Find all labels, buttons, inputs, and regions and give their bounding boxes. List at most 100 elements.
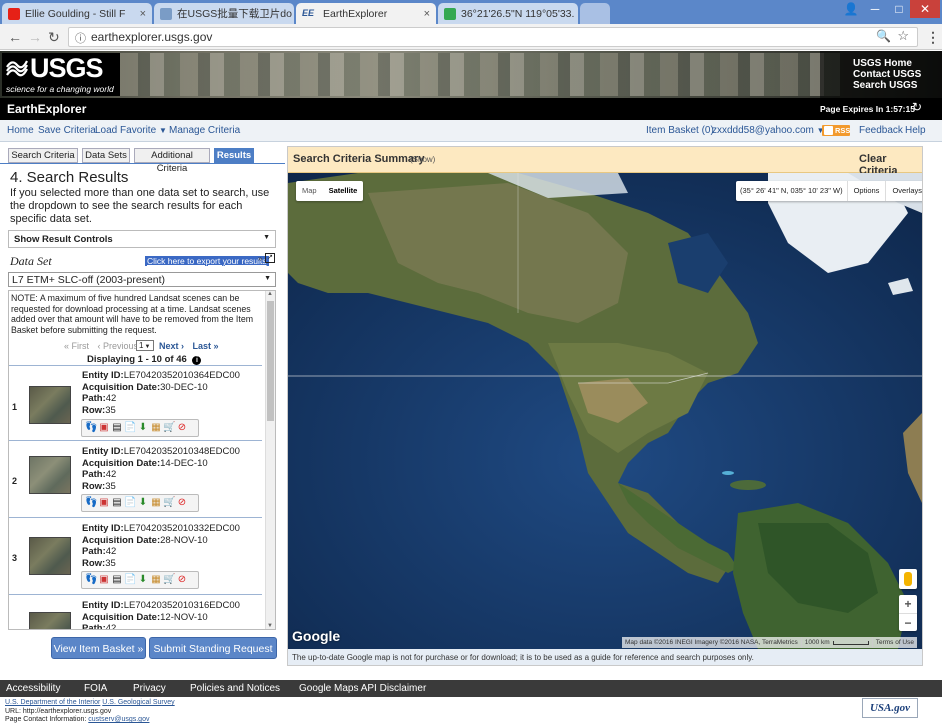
forward-icon[interactable]: → [28, 29, 42, 45]
bulk-download-icon[interactable]: ▦ [150, 422, 162, 434]
overlay-icon[interactable]: ▣ [98, 497, 110, 509]
cart-icon[interactable]: 🛒 [163, 422, 175, 434]
bookmark-star-icon[interactable]: ☆ [897, 28, 909, 44]
exclude-icon[interactable]: ⊘ [176, 497, 188, 509]
menu-load-favorite[interactable]: Load Favorite ▼ [95, 125, 167, 136]
tab-additional-criteria[interactable]: Additional Criteria [134, 148, 210, 174]
new-tab-button[interactable] [580, 3, 610, 24]
search-usgs-link[interactable]: Search USGS [853, 80, 921, 91]
usgs-link[interactable]: U.S. Geological Survey [102, 699, 174, 706]
results-scroll-area[interactable]: NOTE: A maximum of five hundred Landsat … [8, 290, 276, 630]
map-view-button[interactable]: Map [296, 181, 323, 201]
scene-thumbnail[interactable] [29, 386, 71, 424]
footer-foia-link[interactable]: FOIA [84, 683, 107, 694]
usgs-home-link[interactable]: USGS Home [853, 58, 921, 69]
menu-item-basket[interactable]: Item Basket (0) [646, 125, 714, 136]
footprint-icon[interactable]: 👣 [85, 422, 97, 434]
scene-thumbnail[interactable] [29, 612, 71, 629]
results-scrollbar[interactable]: ▲ ▼ [265, 291, 275, 629]
exclude-icon[interactable]: ⊘ [176, 574, 188, 586]
menu-manage-criteria[interactable]: Manage Criteria [169, 125, 240, 136]
download-icon[interactable]: ⬇ [137, 574, 149, 586]
footprint-icon[interactable]: 👣 [85, 497, 97, 509]
metadata-icon[interactable]: 📄 [124, 574, 136, 586]
contact-email-link[interactable]: custserv@usgs.gov [88, 716, 149, 723]
pager-last[interactable]: Last » [193, 341, 219, 351]
download-icon[interactable]: ⬇ [137, 422, 149, 434]
close-icon[interactable]: × [574, 8, 578, 20]
menu-help[interactable]: Help [905, 125, 926, 136]
menu-user[interactable]: zxxddd58@yahoo.com ▼ [712, 125, 825, 136]
tab-search-criteria[interactable]: Search Criteria [8, 148, 78, 163]
dataset-select[interactable]: L7 ETM+ SLC-off (2003-present) ▼ [8, 272, 276, 287]
back-icon[interactable]: ← [8, 29, 22, 45]
submit-standing-request-button[interactable]: Submit Standing Request » [149, 637, 277, 677]
bulk-download-icon[interactable]: ▦ [150, 574, 162, 586]
metadata-icon[interactable]: 📄 [124, 422, 136, 434]
pager-previous[interactable]: ‹ Previous [98, 341, 139, 351]
compare-icon[interactable]: ▤ [111, 497, 123, 509]
reload-icon[interactable]: ↻ [48, 29, 60, 45]
footer-privacy-link[interactable]: Privacy [133, 683, 166, 694]
menu-feedback[interactable]: Feedback [859, 125, 903, 136]
footer-accessibility-link[interactable]: Accessibility [6, 683, 60, 694]
view-item-basket-button[interactable]: View Item Basket » [51, 637, 146, 659]
tab-data-sets[interactable]: Data Sets [82, 148, 130, 163]
cart-icon[interactable]: 🛒 [163, 574, 175, 586]
close-icon[interactable]: × [420, 8, 430, 20]
cart-icon[interactable]: 🛒 [163, 497, 175, 509]
compare-icon[interactable]: ▤ [111, 422, 123, 434]
download-icon[interactable]: ⬇ [137, 497, 149, 509]
close-icon[interactable]: × [136, 8, 146, 20]
export-icon[interactable]: ↗ [265, 253, 275, 263]
menu-icon[interactable]: ⋮ [926, 29, 940, 45]
map-overlays-button[interactable]: Overlays [885, 181, 922, 201]
export-results-link[interactable]: Click here to export your results [145, 256, 269, 266]
doi-link[interactable]: U.S. Department of the Interior [5, 699, 100, 706]
map-options-button[interactable]: Options [846, 181, 886, 201]
scrollbar-thumb[interactable] [267, 301, 274, 421]
rss-button[interactable]: RSS [822, 125, 850, 136]
browser-tab-youtube[interactable]: Ellie Goulding - Still F × [2, 3, 152, 24]
pager-first[interactable]: « First [64, 341, 89, 351]
overlay-icon[interactable]: ▣ [98, 422, 110, 434]
close-icon[interactable]: × [292, 8, 294, 20]
footprint-icon[interactable]: 👣 [85, 574, 97, 586]
menu-home[interactable]: Home [7, 125, 34, 136]
usgs-logo[interactable]: USGS science for a changing world [2, 53, 120, 96]
exclude-icon[interactable]: ⊘ [176, 422, 188, 434]
footer-policies-link[interactable]: Policies and Notices [190, 683, 280, 694]
info-icon[interactable]: ⓘ [75, 30, 86, 46]
browser-tab-usgs-doc[interactable]: 在USGS批量下载卫片do × [154, 3, 294, 24]
contact-usgs-link[interactable]: Contact USGS [853, 69, 921, 80]
criteria-show-link[interactable]: (Show) [410, 155, 435, 164]
browser-tab-maps[interactable]: 36°21'26.5"N 119°05'33. × [438, 3, 578, 24]
pager-next[interactable]: Next › [159, 341, 184, 351]
footer-maps-disclaimer-link[interactable]: Google Maps API Disclaimer [299, 683, 426, 694]
google-map[interactable]: Map Satellite (35° 26' 41" N, 035° 10' 2… [288, 173, 922, 649]
zoom-icon[interactable]: 🔍 [876, 29, 891, 43]
compare-icon[interactable]: ▤ [111, 574, 123, 586]
info-icon[interactable]: i [192, 356, 202, 365]
minimize-icon[interactable]: ─ [862, 0, 888, 18]
usagov-logo[interactable]: USA.gov [862, 698, 918, 718]
browser-tab-earthexplorer[interactable]: EE EarthExplorer × [296, 3, 436, 24]
refresh-icon[interactable]: ↻ [912, 100, 922, 114]
overlay-icon[interactable]: ▣ [98, 574, 110, 586]
scroll-down-icon[interactable]: ▼ [267, 623, 273, 629]
window-close-icon[interactable]: ✕ [910, 0, 940, 18]
scene-thumbnail[interactable] [29, 537, 71, 575]
result-controls-dropdown[interactable]: Show Result Controls ▼ [8, 230, 276, 248]
street-view-pegman[interactable] [899, 569, 917, 589]
bulk-download-icon[interactable]: ▦ [150, 497, 162, 509]
scroll-up-icon[interactable]: ▲ [267, 291, 273, 297]
window-user-icon[interactable]: 👤 [838, 0, 864, 18]
terms-of-use-link[interactable]: Terms of Use [871, 637, 917, 648]
zoom-out-button[interactable]: − [899, 613, 917, 632]
satellite-view-button[interactable]: Satellite [323, 181, 364, 201]
tab-results[interactable]: Results [214, 148, 254, 163]
menu-save-criteria[interactable]: Save Criteria [38, 125, 96, 136]
scene-thumbnail[interactable] [29, 456, 71, 494]
zoom-in-button[interactable]: + [899, 595, 917, 613]
maximize-icon[interactable]: □ [886, 0, 912, 18]
